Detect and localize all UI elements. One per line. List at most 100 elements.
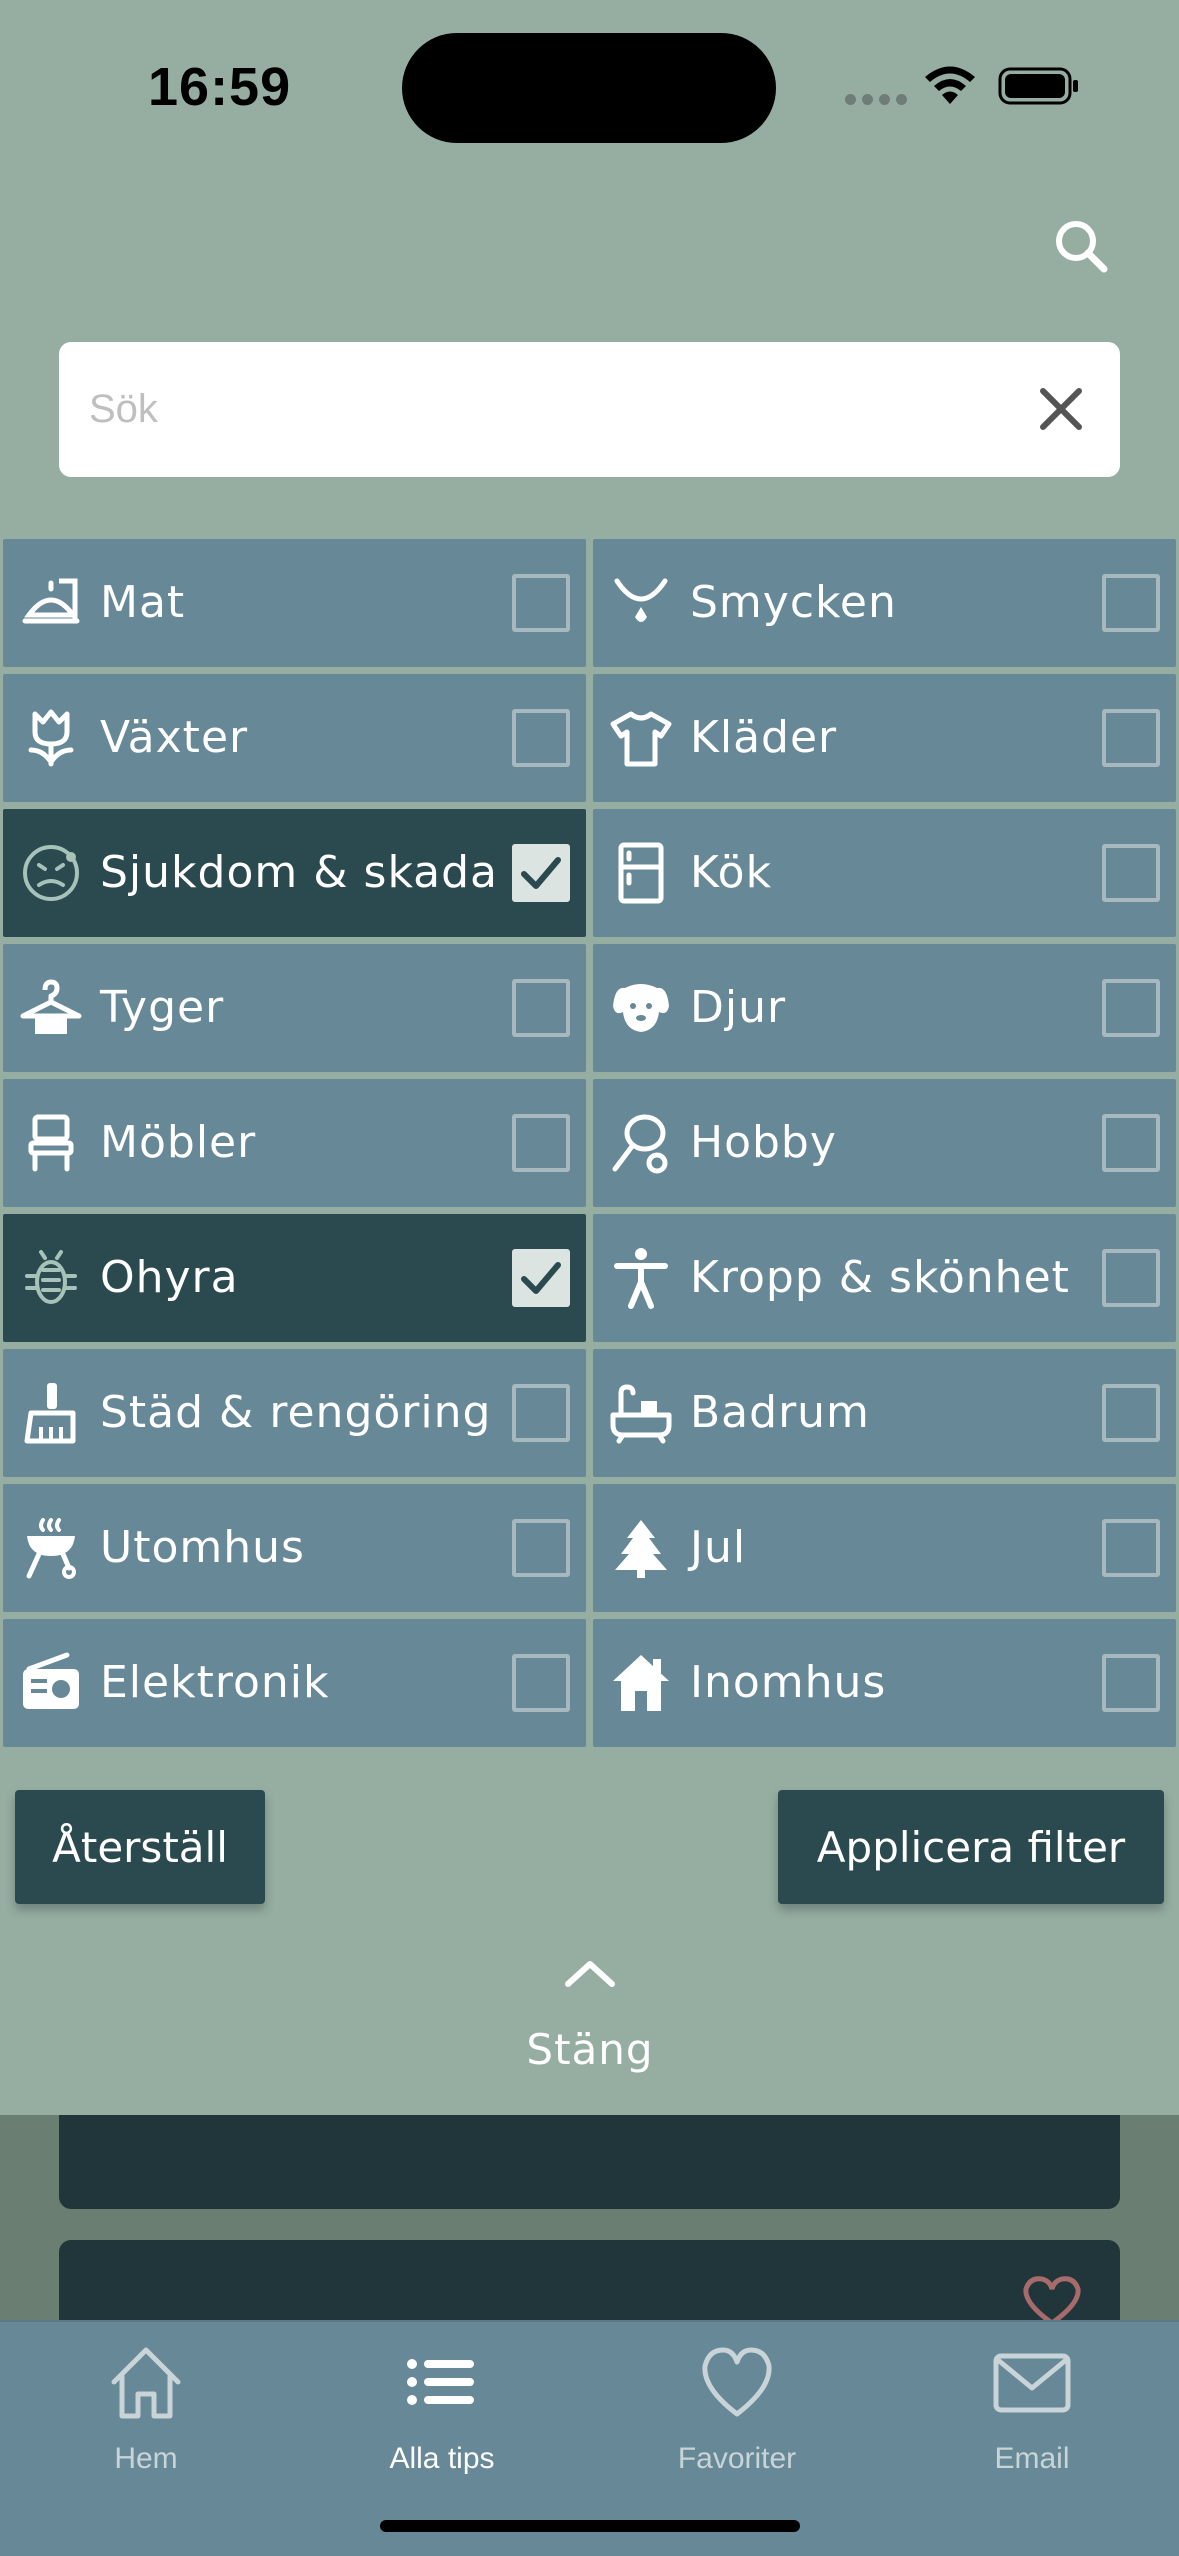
tab-label: Alla tips <box>389 2442 495 2475</box>
category-checkbox[interactable] <box>1102 1384 1160 1442</box>
tulip-icon <box>28 709 74 767</box>
category-checkbox[interactable] <box>512 1519 570 1577</box>
category-checkbox[interactable] <box>512 844 570 902</box>
category-checkbox[interactable] <box>1102 844 1160 902</box>
category-label: Städ & rengöring <box>100 1387 492 1438</box>
close-label: Stäng <box>526 2025 654 2074</box>
category-ohyra[interactable]: Ohyra <box>3 1214 586 1342</box>
dog-icon <box>613 984 669 1032</box>
category-grid: Mat Smycken Växter Kläder Sjukdom & skad… <box>3 539 1177 1747</box>
broom-icon <box>24 1383 76 1444</box>
category-checkbox[interactable] <box>1102 574 1160 632</box>
tip-card[interactable] <box>59 2115 1120 2209</box>
search-box <box>59 342 1120 477</box>
reset-button[interactable]: Återställ <box>15 1790 265 1904</box>
category-label: Tyger <box>100 982 225 1033</box>
grill-icon <box>26 1518 76 1579</box>
search-icon[interactable] <box>1050 215 1112 277</box>
category-checkbox[interactable] <box>512 709 570 767</box>
category-vaxter[interactable]: Växter <box>3 674 586 802</box>
category-label: Sjukdom & skada <box>100 847 499 898</box>
category-checkbox[interactable] <box>1102 709 1160 767</box>
tab-home[interactable]: Hem <box>26 2342 266 2492</box>
category-kok[interactable]: Kök <box>593 809 1176 937</box>
checkmark-icon <box>521 857 561 889</box>
category-checkbox[interactable] <box>1102 1654 1160 1712</box>
wifi-icon <box>925 66 975 104</box>
category-checkbox[interactable] <box>1102 1114 1160 1172</box>
category-inomhus[interactable]: Inomhus <box>593 1619 1176 1747</box>
bug-icon <box>25 1250 77 1304</box>
category-tyger[interactable]: Tyger <box>3 944 586 1072</box>
category-checkbox[interactable] <box>512 1384 570 1442</box>
category-hobby[interactable]: Hobby <box>593 1079 1176 1207</box>
sick-face-icon <box>23 845 79 901</box>
category-label: Ohyra <box>100 1252 239 1303</box>
radio-icon <box>23 1652 79 1709</box>
category-label: Djur <box>690 982 787 1033</box>
house-icon <box>613 1655 669 1711</box>
category-mat[interactable]: Mat <box>3 539 586 667</box>
tab-all-tips[interactable]: Alla tips <box>322 2342 562 2492</box>
search-input[interactable] <box>89 342 989 477</box>
category-utomhus[interactable]: Utomhus <box>3 1484 586 1612</box>
category-label: Hobby <box>690 1117 837 1168</box>
person-icon <box>614 1248 668 1309</box>
category-djur[interactable]: Djur <box>593 944 1176 1072</box>
home-icon <box>111 2347 181 2419</box>
cellular-signal-icon <box>845 94 907 105</box>
category-smycken[interactable]: Smycken <box>593 539 1176 667</box>
tip-card[interactable] <box>59 2240 1120 2330</box>
category-kropp-skonhet[interactable]: Kropp & skönhet <box>593 1214 1176 1342</box>
category-sjukdom-skada[interactable]: Sjukdom & skada <box>3 809 586 937</box>
category-jul[interactable]: Jul <box>593 1484 1176 1612</box>
category-label: Elektronik <box>100 1657 330 1708</box>
category-checkbox[interactable] <box>512 1654 570 1712</box>
favorite-heart-icon[interactable] <box>1020 2275 1084 2325</box>
category-label: Kropp & skönhet <box>690 1252 1070 1303</box>
list-icon <box>407 2359 474 2405</box>
home-indicator <box>380 2520 800 2532</box>
category-label: Inomhus <box>690 1657 887 1708</box>
category-checkbox[interactable] <box>1102 1519 1160 1577</box>
category-label: Möbler <box>100 1117 257 1168</box>
shirt-icon <box>610 711 672 767</box>
bathtub-icon <box>610 1384 672 1444</box>
category-label: Växter <box>100 712 249 763</box>
tree-icon <box>615 1520 667 1578</box>
category-label: Kläder <box>690 712 838 763</box>
food-tray-icon <box>22 578 80 624</box>
chair-icon <box>28 1114 74 1172</box>
category-checkbox[interactable] <box>512 1114 570 1172</box>
hanger-icon <box>20 979 82 1034</box>
heart-icon <box>702 2347 772 2417</box>
tab-label: Favoriter <box>677 2442 797 2475</box>
category-label: Jul <box>690 1522 747 1573</box>
fridge-icon <box>618 842 664 904</box>
status-time: 16:59 <box>148 57 292 117</box>
tab-favorites[interactable]: Favoriter <box>617 2342 857 2492</box>
close-filter-button[interactable]: Stäng <box>440 1950 740 2090</box>
category-checkbox[interactable] <box>512 574 570 632</box>
category-checkbox[interactable] <box>512 979 570 1037</box>
category-badrum[interactable]: Badrum <box>593 1349 1176 1477</box>
apply-filter-button[interactable]: Applicera filter <box>778 1790 1164 1904</box>
category-label: Kök <box>690 847 773 898</box>
mail-icon <box>993 2353 1071 2413</box>
category-elektronik[interactable]: Elektronik <box>3 1619 586 1747</box>
dynamic-island <box>402 33 776 143</box>
tab-email[interactable]: Email <box>912 2342 1152 2492</box>
tab-label: Hem <box>114 2442 178 2475</box>
category-checkbox[interactable] <box>1102 1249 1160 1307</box>
category-checkbox[interactable] <box>512 1249 570 1307</box>
racket-icon <box>612 1114 668 1174</box>
category-klader[interactable]: Kläder <box>593 674 1176 802</box>
tab-label: Email <box>994 2442 1070 2475</box>
chevron-up-icon <box>565 1961 615 1987</box>
category-checkbox[interactable] <box>1102 979 1160 1037</box>
clear-search-icon[interactable] <box>1037 385 1085 433</box>
category-stad-rengoring[interactable]: Städ & rengöring <box>3 1349 586 1477</box>
category-label: Utomhus <box>100 1522 305 1573</box>
category-mobler[interactable]: Möbler <box>3 1079 586 1207</box>
checkmark-icon <box>521 1262 561 1294</box>
